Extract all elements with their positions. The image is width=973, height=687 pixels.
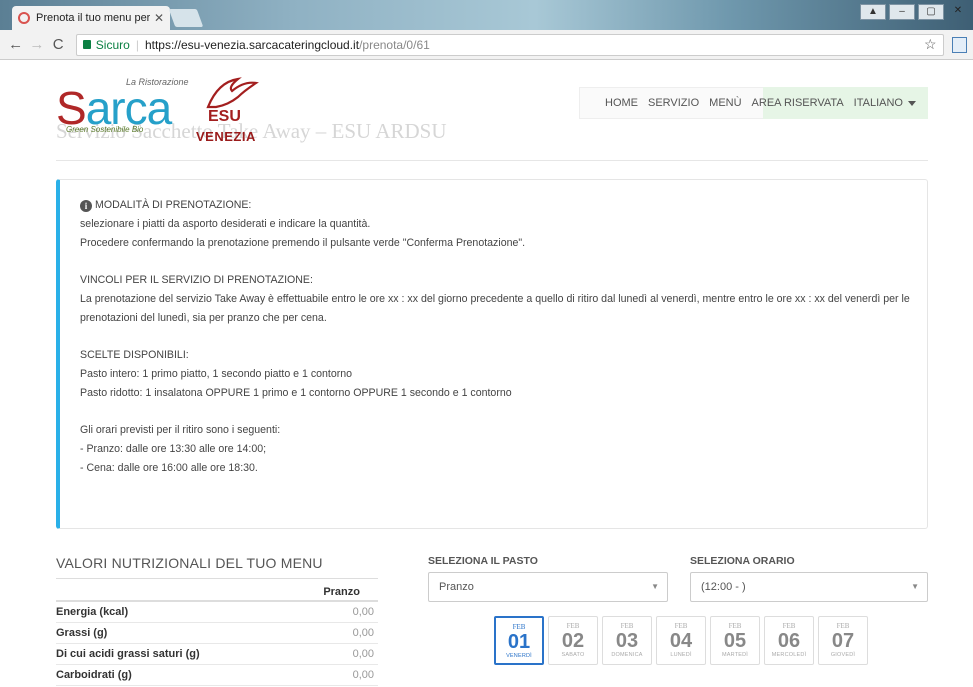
info-heading-orari: Gli orari previsti per il ritiro sono i …	[80, 424, 281, 436]
url-separator: |	[135, 37, 139, 52]
table-row: Di cui acidi grassi saturi (g) 0,00	[56, 644, 378, 665]
info-heading-vincoli: VINCOLI PER IL SERVIZIO DI PRENOTAZIONE:	[80, 274, 313, 286]
esu-winged-logo-icon: ESU	[206, 77, 259, 123]
brand-logo[interactable]: La Ristorazione Sarca Green Sostenibile …	[56, 73, 276, 144]
date-option[interactable]: FEB 02 SABATO	[548, 616, 598, 665]
table-row: Carboidrati (g) 0,00	[56, 665, 378, 686]
info-text: - Cena: dalle ore 16:00 alle ore 18:30.	[80, 462, 258, 474]
nutrition-title: VALORI NUTRIZIONALI DEL TUO MENU	[56, 555, 323, 571]
extension-icon[interactable]	[951, 36, 967, 53]
info-text: - Pranzo: dalle ore 13:30 alle ore 14:00…	[80, 443, 267, 455]
logo-venezia: VENEZIA	[196, 129, 256, 144]
info-heading-modalita: MODALITÀ DI PRENOTAZIONE:	[95, 199, 252, 211]
info-text: La prenotazione del servizio Take Away è…	[80, 293, 910, 324]
info-text: selezionare i piatti da asporto desidera…	[80, 218, 371, 230]
table-row: Energia (kcal) 0,00	[56, 602, 378, 623]
user-profile-icon[interactable]: ▲	[860, 4, 886, 20]
date-option-selected[interactable]: FEB 01 VENERDÌ	[494, 616, 544, 665]
divider	[56, 160, 928, 161]
url-path: /prenota/0/61	[359, 37, 430, 52]
date-picker: FEB 01 VENERDÌ FEB 02 SABATO FEB 03 DOMENICA F…	[494, 616, 868, 665]
info-panel: i MODALITÀ DI PRENOTAZIONE: selezionare i…	[56, 179, 928, 529]
nav-menu[interactable]: MENÙ	[704, 97, 746, 109]
url-input[interactable]: Sicuro | https://esu-venezia.sarcacateri…	[75, 33, 944, 56]
info-heading-scelte: SCELTE DISPONIBILI:	[80, 349, 189, 361]
date-option[interactable]: FEB 07 GIOVEDÌ	[818, 616, 868, 665]
lock-icon	[82, 40, 91, 49]
nutrition-column-pranzo: Pranzo	[323, 586, 360, 598]
reload-icon[interactable]: C	[49, 36, 68, 53]
secure-label: Sicuro	[95, 37, 130, 52]
info-text: Pasto ridotto: 1 insalatona OPPURE 1 pri…	[80, 387, 512, 399]
chevron-down-icon: ▼	[651, 582, 659, 591]
tab-close-icon[interactable]: ✕	[154, 11, 164, 25]
date-option[interactable]: FEB 04 LUNEDÌ	[656, 616, 706, 665]
browser-tabbar: Prenota il tuo menu pers ✕ ▲ – ▢ ✕	[0, 0, 973, 30]
nutrition-table: Pranzo Energia (kcal) 0,00 Grassi (g) 0,00…	[56, 578, 378, 686]
address-bar: ← → C Sicuro | https://esu-venezia.sarca…	[0, 30, 973, 60]
site-favicon-icon	[18, 12, 30, 24]
maximize-icon[interactable]: ▢	[918, 4, 944, 20]
browser-tab[interactable]: Prenota il tuo menu pers ✕	[12, 6, 170, 30]
logo-subtagline: Green Sostenibile Bio	[66, 125, 144, 134]
new-tab-button[interactable]	[168, 9, 204, 27]
nutrition-header-row: Pranzo	[56, 578, 378, 602]
caret-down-icon	[907, 100, 916, 106]
close-window-icon[interactable]: ✕	[947, 4, 969, 20]
info-text: Pasto intero: 1 primo piatto, 1 secondo …	[80, 368, 353, 380]
info-icon: i	[80, 200, 92, 212]
table-row: Grassi (g) 0,00	[56, 623, 378, 644]
info-text: Procedere confermando la prenotazione pr…	[80, 237, 526, 249]
window-controls: ▲ – ▢ ✕	[860, 4, 969, 20]
nav-servizio[interactable]: SERVIZIO	[643, 97, 704, 109]
nav-home[interactable]: HOME	[579, 97, 643, 109]
svg-text:ESU: ESU	[208, 108, 241, 123]
bookmark-star-icon[interactable]: ☆	[924, 36, 937, 53]
pasto-select[interactable]: Pranzo ▼	[428, 572, 668, 602]
url-host: https://esu-venezia.sarcacateringcloud.i…	[144, 37, 360, 52]
page: Servizio Sacchetto Take Away – ESU ARDSU…	[0, 61, 973, 687]
tab-title: Prenota il tuo menu pers	[36, 12, 150, 24]
date-option[interactable]: FEB 05 MARTEDÌ	[710, 616, 760, 665]
orario-select[interactable]: (12:00 - ) ▼	[690, 572, 928, 602]
main-nav: HOME SERVIZIO MENÙ AREA RISERVATA ITALIA…	[579, 87, 928, 119]
chevron-down-icon: ▼	[911, 582, 919, 591]
orario-label: SELEZIONA ORARIO	[690, 555, 795, 567]
date-option[interactable]: FEB 06 MERCOLEDÌ	[764, 616, 814, 665]
nav-area-riservata[interactable]: AREA RISERVATA	[747, 97, 849, 109]
language-selector[interactable]: ITALIANO	[849, 97, 921, 109]
date-option[interactable]: FEB 03 DOMENICA	[602, 616, 652, 665]
minimize-icon[interactable]: –	[889, 4, 915, 20]
pasto-label: SELEZIONA IL PASTO	[428, 555, 538, 567]
back-icon[interactable]: ←	[6, 36, 25, 53]
forward-icon[interactable]: →	[27, 36, 46, 53]
